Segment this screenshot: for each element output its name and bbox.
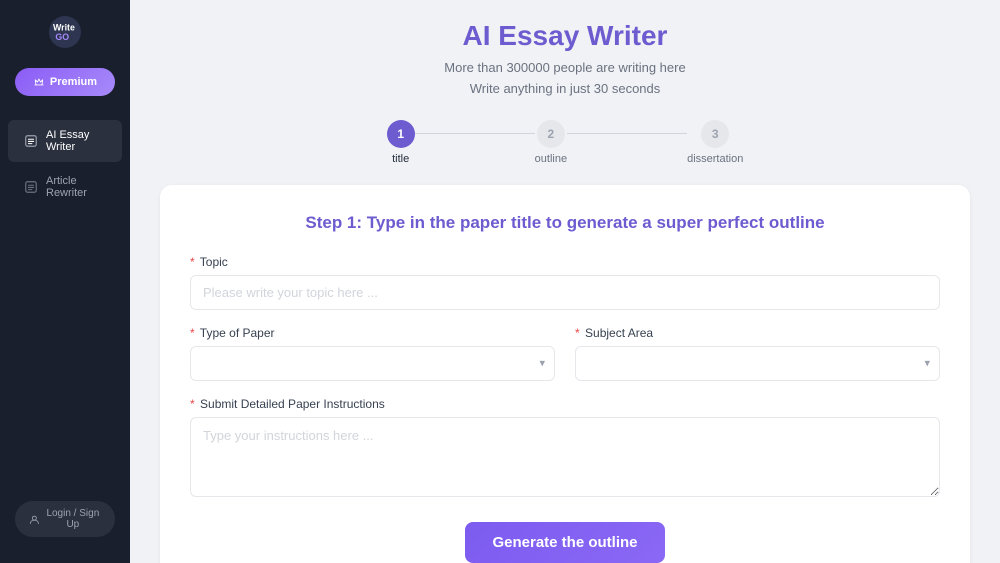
type-of-paper-select[interactable]: Essay Research Paper Dissertation xyxy=(190,346,555,381)
step-1: 1 title xyxy=(387,120,415,165)
generate-outline-button[interactable]: Generate the outline xyxy=(465,522,665,563)
sidebar-item-ai-essay-writer[interactable]: AI Essay Writer xyxy=(8,120,122,162)
page-title: AI Essay Writer xyxy=(160,20,970,52)
type-of-paper-label: * Type of Paper xyxy=(190,326,555,340)
step-3-circle: 3 xyxy=(701,120,729,148)
nav-item-label: AI Essay Writer xyxy=(46,129,106,153)
subject-area-select[interactable]: Science Literature History xyxy=(575,346,940,381)
topic-field: * Topic xyxy=(190,255,940,310)
instructions-textarea[interactable] xyxy=(190,417,940,497)
main-content: AI Essay Writer More than 300000 people … xyxy=(130,0,1000,563)
page-header: AI Essay Writer More than 300000 people … xyxy=(160,20,970,100)
form-row: * Type of Paper Essay Research Paper Dis… xyxy=(190,326,940,381)
essay-icon xyxy=(24,134,38,148)
subject-area-select-wrapper: Science Literature History ▾ xyxy=(575,346,940,381)
step-line-2 xyxy=(567,133,687,134)
step-2-circle: 2 xyxy=(537,120,565,148)
type-of-paper-select-wrapper: Essay Research Paper Dissertation ▾ xyxy=(190,346,555,381)
instructions-label: * Submit Detailed Paper Instructions xyxy=(190,397,940,411)
login-label: Login / Sign Up xyxy=(45,508,101,530)
page-subtitle-line2: Write anything in just 30 seconds xyxy=(160,79,970,100)
svg-text:GO: GO xyxy=(55,32,69,42)
login-button[interactable]: Login / Sign Up xyxy=(15,501,115,537)
step-1-label: title xyxy=(392,153,409,165)
topic-input[interactable] xyxy=(190,275,940,310)
step-3: 3 dissertation xyxy=(687,120,743,165)
step-1-circle: 1 xyxy=(387,120,415,148)
page-subtitle-line1: More than 300000 people are writing here xyxy=(160,58,970,79)
premium-label: Premium xyxy=(50,76,97,88)
premium-button[interactable]: Premium xyxy=(15,68,115,96)
sidebar: Write GO Premium AI Essay Writer Article… xyxy=(0,0,130,563)
crown-icon xyxy=(33,75,45,89)
step-3-label: dissertation xyxy=(687,153,743,165)
svg-text:Write: Write xyxy=(53,22,75,32)
step-2: 2 outline xyxy=(535,120,567,165)
topic-label: * Topic xyxy=(190,255,940,269)
subject-area-label: * Subject Area xyxy=(575,326,940,340)
rewriter-icon xyxy=(24,180,38,194)
form-card: Step 1: Type in the paper title to gener… xyxy=(160,185,970,563)
nav-items: AI Essay Writer Article Rewriter xyxy=(0,120,130,208)
type-of-paper-field: * Type of Paper Essay Research Paper Dis… xyxy=(190,326,555,381)
instructions-field: * Submit Detailed Paper Instructions xyxy=(190,397,940,502)
sidebar-item-article-rewriter[interactable]: Article Rewriter xyxy=(8,166,122,208)
logo: Write GO xyxy=(37,16,93,48)
nav-item-label: Article Rewriter xyxy=(46,175,106,199)
step-2-label: outline xyxy=(535,153,567,165)
form-heading: Step 1: Type in the paper title to gener… xyxy=(190,213,940,233)
step-line-1 xyxy=(415,133,535,134)
subject-area-field: * Subject Area Science Literature Histor… xyxy=(575,326,940,381)
steps-container: 1 title 2 outline 3 dissertation xyxy=(160,120,970,165)
login-icon xyxy=(29,513,40,526)
